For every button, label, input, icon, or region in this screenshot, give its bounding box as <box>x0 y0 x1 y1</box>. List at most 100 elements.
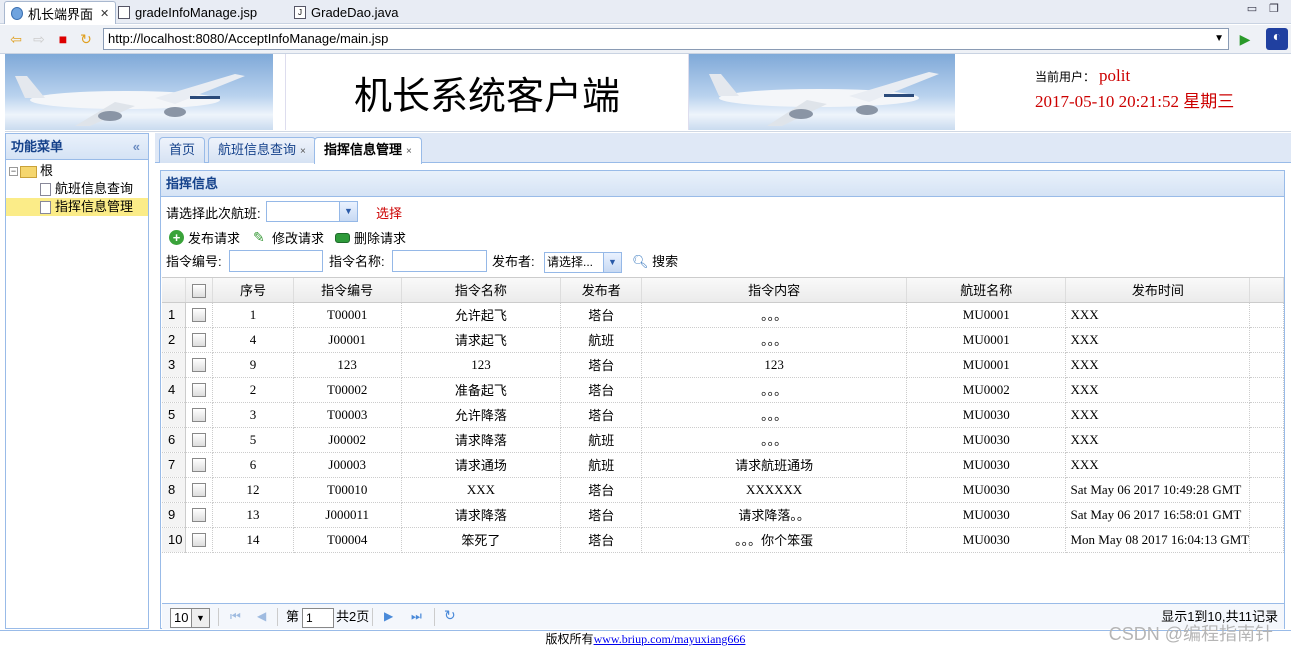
browser-logo-icon[interactable]: ◐ <box>1266 28 1288 50</box>
column-header[interactable]: 发布时间 <box>1065 278 1251 303</box>
table-cell: 9 <box>212 352 294 378</box>
table-row[interactable]: 4 2 T00002 准备起飞 塔台。。。 MU0002 XXX <box>162 377 1284 403</box>
forward-arrow-icon[interactable]: ⇨ <box>31 31 47 47</box>
column-header[interactable]: 指令编号 <box>293 278 402 303</box>
first-page-icon[interactable]: ⏮ <box>230 609 241 624</box>
table-cell: T00004 <box>293 527 402 553</box>
checkbox[interactable] <box>192 483 207 498</box>
checkbox[interactable] <box>192 383 207 398</box>
column-header[interactable]: 指令名称 <box>401 278 562 303</box>
footer-link[interactable]: www.briup.com/mayuxiang666 <box>594 632 746 646</box>
checkbox[interactable] <box>192 533 207 548</box>
row-checkbox-cell[interactable] <box>185 402 214 428</box>
last-page-icon[interactable]: ⏭ <box>411 609 422 624</box>
close-icon[interactable]: × <box>406 146 412 157</box>
tab-flight-query[interactable]: 航班信息查询 × <box>208 137 316 163</box>
row-number: 4 <box>162 377 187 403</box>
column-header[interactable]: 指令内容 <box>641 278 908 303</box>
flight-select[interactable]: ▼ <box>266 201 358 222</box>
close-icon[interactable]: ✕ <box>100 7 109 20</box>
collapse-icon[interactable]: « <box>133 134 140 160</box>
table-cell: 航班 <box>560 452 643 478</box>
table-row[interactable]: 5 3 T00003 允许降落 塔台。。。 MU0030 XXX <box>162 402 1284 428</box>
table-row[interactable]: 3 9 123 123 塔台 123 MU0001 XXX <box>162 352 1284 378</box>
publisher-select[interactable]: 请选择... ▼ <box>544 252 622 273</box>
tab-command-manage[interactable]: 指挥信息管理 × <box>314 137 422 164</box>
divider <box>277 608 278 626</box>
column-header[interactable]: 序号 <box>212 278 294 303</box>
table-row[interactable]: 6 5 J00002 请求降落 航班。。。 MU0030 XXX <box>162 427 1284 453</box>
next-page-icon[interactable]: ▶ <box>384 609 393 623</box>
editor-tab-browser[interactable]: 机长端界面 ✕ <box>4 1 117 24</box>
chevron-down-icon[interactable]: ▼ <box>1214 29 1224 49</box>
panel-title: 指挥信息 <box>161 171 1284 197</box>
tree-node-command-manage[interactable]: 指挥信息管理 <box>6 198 148 216</box>
table-row[interactable]: 9 13 J000011 请求降落 塔台 请求降落。。 MU0030 Sat May 06 2… <box>162 502 1284 528</box>
prev-page-icon[interactable]: ◀ <box>257 609 266 623</box>
stop-icon[interactable]: ■ <box>55 31 71 47</box>
table-row[interactable]: 2 4 J00001 请求起飞 航班。。。 MU0001 XXX <box>162 327 1284 353</box>
filler-cell <box>1249 477 1284 503</box>
name-input[interactable] <box>392 250 487 272</box>
row-checkbox-cell[interactable] <box>185 427 214 453</box>
choose-link[interactable]: 选择 <box>376 203 402 222</box>
code-input[interactable] <box>229 250 323 272</box>
table-cell: Sat May 06 2017 16:58:01 GMT <box>1065 502 1251 528</box>
collapse-node-icon[interactable]: − <box>9 167 18 177</box>
row-checkbox-cell[interactable] <box>185 327 214 353</box>
row-checkbox-cell[interactable] <box>185 352 214 378</box>
checkbox[interactable] <box>192 508 207 523</box>
delete-request-button[interactable]: 删除请求 <box>335 228 406 247</box>
chevron-down-icon[interactable]: ▼ <box>339 202 357 221</box>
table-row[interactable]: 1 1 T00001 允许起飞 塔台。。。 MU0001 XXX <box>162 302 1284 328</box>
close-icon[interactable]: × <box>300 146 306 157</box>
checkbox[interactable] <box>192 333 207 348</box>
row-checkbox-cell[interactable] <box>185 477 214 503</box>
select-all-checkbox[interactable] <box>185 278 214 303</box>
tab-home[interactable]: 首页 <box>159 137 206 163</box>
chevron-down-icon[interactable]: ▼ <box>603 253 621 272</box>
table-row[interactable]: 10 14 T00004 笨死了 塔台 。。。你个笨蛋 MU0030 Mon May 08 2… <box>162 527 1284 553</box>
checkbox[interactable] <box>192 458 207 473</box>
checkbox[interactable] <box>192 308 207 323</box>
editor-tab-jsp[interactable]: gradeInfoManage.jsp <box>118 1 257 24</box>
refresh-icon[interactable]: ↻ <box>78 31 94 47</box>
table-row[interactable]: 7 6 J00003 请求通场 航班 请求航班通场 MU0030 XXX <box>162 452 1284 478</box>
row-number: 10 <box>162 527 187 553</box>
checkbox[interactable] <box>192 433 207 448</box>
table-cell: 4 <box>212 327 294 353</box>
tree-node-root[interactable]: − 根 <box>6 162 148 180</box>
go-icon[interactable]: ▶ <box>1237 31 1253 47</box>
chevron-down-icon[interactable]: ▼ <box>191 609 209 627</box>
publish-request-button[interactable]: + 发布请求 <box>169 228 240 247</box>
column-header[interactable]: 发布者 <box>560 278 643 303</box>
table-cell: XXX <box>1065 302 1251 328</box>
page-size-select[interactable]: 10 ▼ <box>170 608 210 628</box>
table-row[interactable]: 8 12 T00010 XXX 塔台 XXXXXX MU0030 Sat May 06 201… <box>162 477 1284 503</box>
restore-icon[interactable]: ❐ <box>1267 2 1281 15</box>
edit-request-button[interactable]: ✎ 修改请求 <box>253 228 324 247</box>
checkbox[interactable] <box>192 358 207 373</box>
checkbox[interactable] <box>192 283 207 298</box>
back-arrow-icon[interactable]: ⇦ <box>8 31 24 47</box>
row-checkbox-cell[interactable] <box>185 377 214 403</box>
table-cell: 航班 <box>560 327 643 353</box>
row-checkbox-cell[interactable] <box>185 302 214 328</box>
search-button[interactable]: 🔍︎ 搜索 <box>632 251 678 270</box>
column-header[interactable]: 航班名称 <box>906 278 1067 303</box>
refresh-icon[interactable]: ↻ <box>444 607 456 624</box>
row-checkbox-cell[interactable] <box>185 452 214 478</box>
page-number-input[interactable]: 1 <box>302 608 334 628</box>
minimize-icon[interactable]: ▭ <box>1245 2 1259 15</box>
page-total: 共2页 <box>336 609 370 624</box>
publisher-label: 发布者: <box>492 254 535 269</box>
row-checkbox-cell[interactable] <box>185 527 214 553</box>
tree-node-flight-query[interactable]: 航班信息查询 <box>6 180 148 198</box>
row-checkbox-cell[interactable] <box>185 502 214 528</box>
checkbox[interactable] <box>192 408 207 423</box>
row-number: 7 <box>162 452 187 478</box>
url-input[interactable]: http://localhost:8080/AcceptInfoManage/m… <box>103 28 1229 50</box>
editor-tab-java[interactable]: J GradeDao.java <box>294 1 398 24</box>
page-size-value: 10 <box>174 610 189 625</box>
flight-label: 请选择此次航班: <box>166 206 261 221</box>
